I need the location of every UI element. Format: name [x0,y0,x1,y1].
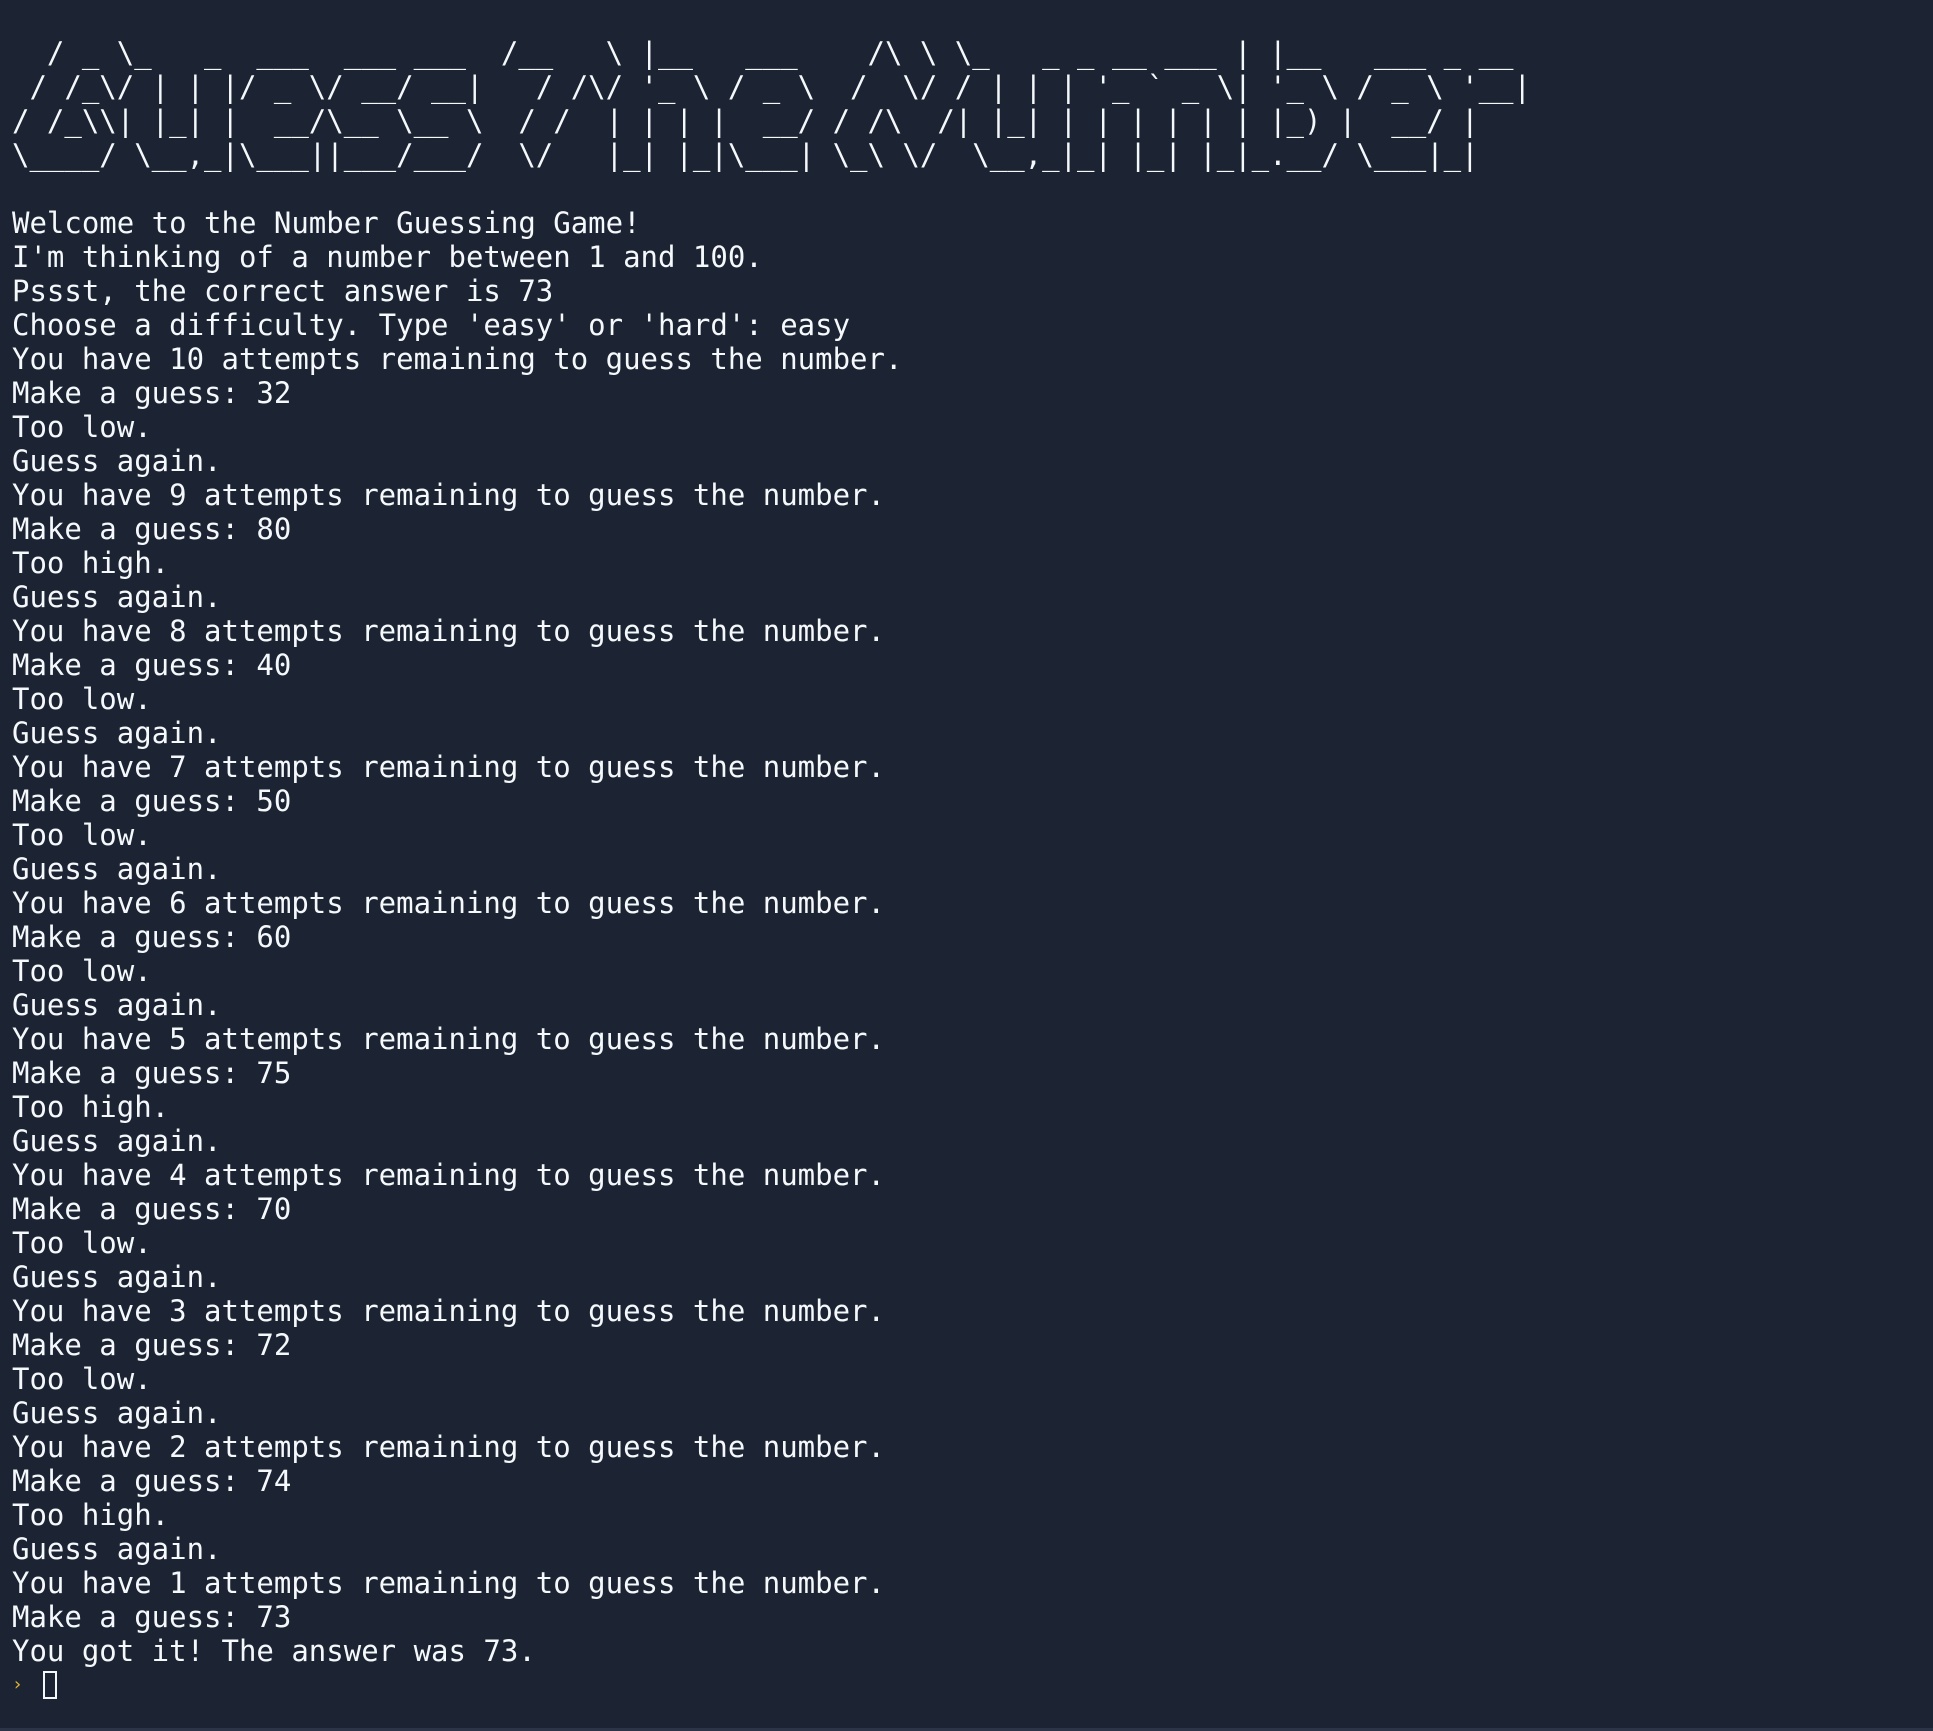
banner-line: / /_\/ | | |/ _ \/ __/ __| / /\/ '_ \ / … [12,70,1531,104]
output-log: Welcome to the Number Guessing Game! I'm… [12,206,1912,1668]
output-line: Pssst, the correct answer is 73 [12,274,554,308]
output-line: I'm thinking of a number between 1 and 1… [12,240,763,274]
output-line: You have 6 attempts remaining to guess t… [12,886,885,920]
output-line: Make a guess: 80 [12,512,292,546]
output-line: Guess again. [12,1260,222,1294]
ascii-art-banner: / _ \_ _ ___ ___ ___ /__ \ |__ ___ /\ \ … [12,36,1912,172]
output-line: You got it! The answer was 73. [12,1634,536,1668]
output-line: You have 9 attempts remaining to guess t… [12,478,885,512]
output-line: You have 8 attempts remaining to guess t… [12,614,885,648]
output-line: Make a guess: 70 [12,1192,292,1226]
terminal-output[interactable]: / _ \_ _ ___ ___ ___ /__ \ |__ ___ /\ \ … [12,36,1912,1716]
output-line: Make a guess: 74 [12,1464,292,1498]
output-line: You have 7 attempts remaining to guess t… [12,750,885,784]
banner-line: / /_\\| |_| | __/\__ \__ \ / / | | | | _… [12,104,1479,138]
output-line: Too low. [12,1362,152,1396]
output-line: Make a guess: 32 [12,376,292,410]
output-line: Guess again. [12,444,222,478]
text-cursor[interactable] [43,1671,57,1699]
output-line: Too high. [12,546,170,580]
output-line: Make a guess: 75 [12,1056,292,1090]
output-line: Guess again. [12,988,222,1022]
output-line: Too low. [12,1226,152,1260]
output-line: Make a guess: 40 [12,648,292,682]
output-line: You have 3 attempts remaining to guess t… [12,1294,885,1328]
output-line: Make a guess: 72 [12,1328,292,1362]
output-line: You have 2 attempts remaining to guess t… [12,1430,885,1464]
output-line: Choose a difficulty. Type 'easy' or 'har… [12,308,851,342]
banner-line: / _ \_ _ ___ ___ ___ /__ \ |__ ___ /\ \ … [12,36,1514,70]
output-line: Too low. [12,682,152,716]
output-line: You have 10 attempts remaining to guess … [12,342,903,376]
output-line: Too low. [12,410,152,444]
output-line: Too low. [12,818,152,852]
output-line: Make a guess: 60 [12,920,292,954]
output-line: Too low. [12,954,152,988]
output-line: Make a guess: 50 [12,784,292,818]
output-line: Guess again. [12,1532,222,1566]
output-line: Welcome to the Number Guessing Game! [12,206,641,240]
output-line: Guess again. [12,852,222,886]
output-line: Guess again. [12,1124,222,1158]
output-line: Too high. [12,1498,170,1532]
output-line: Guess again. [12,1396,222,1430]
output-line: You have 5 attempts remaining to guess t… [12,1022,885,1056]
banner-line: \____/ \__,_|\___||___/___/ \/ |_| |_|\_… [12,138,1479,172]
chevron-right-icon: › [12,1674,23,1695]
output-line: Too high. [12,1090,170,1124]
output-line: Guess again. [12,580,222,614]
output-line: You have 4 attempts remaining to guess t… [12,1158,885,1192]
output-line: Make a guess: 73 [12,1600,292,1634]
output-line: You have 1 attempts remaining to guess t… [12,1566,885,1600]
command-prompt[interactable]: › [12,1668,1912,1702]
output-line: Guess again. [12,716,222,750]
